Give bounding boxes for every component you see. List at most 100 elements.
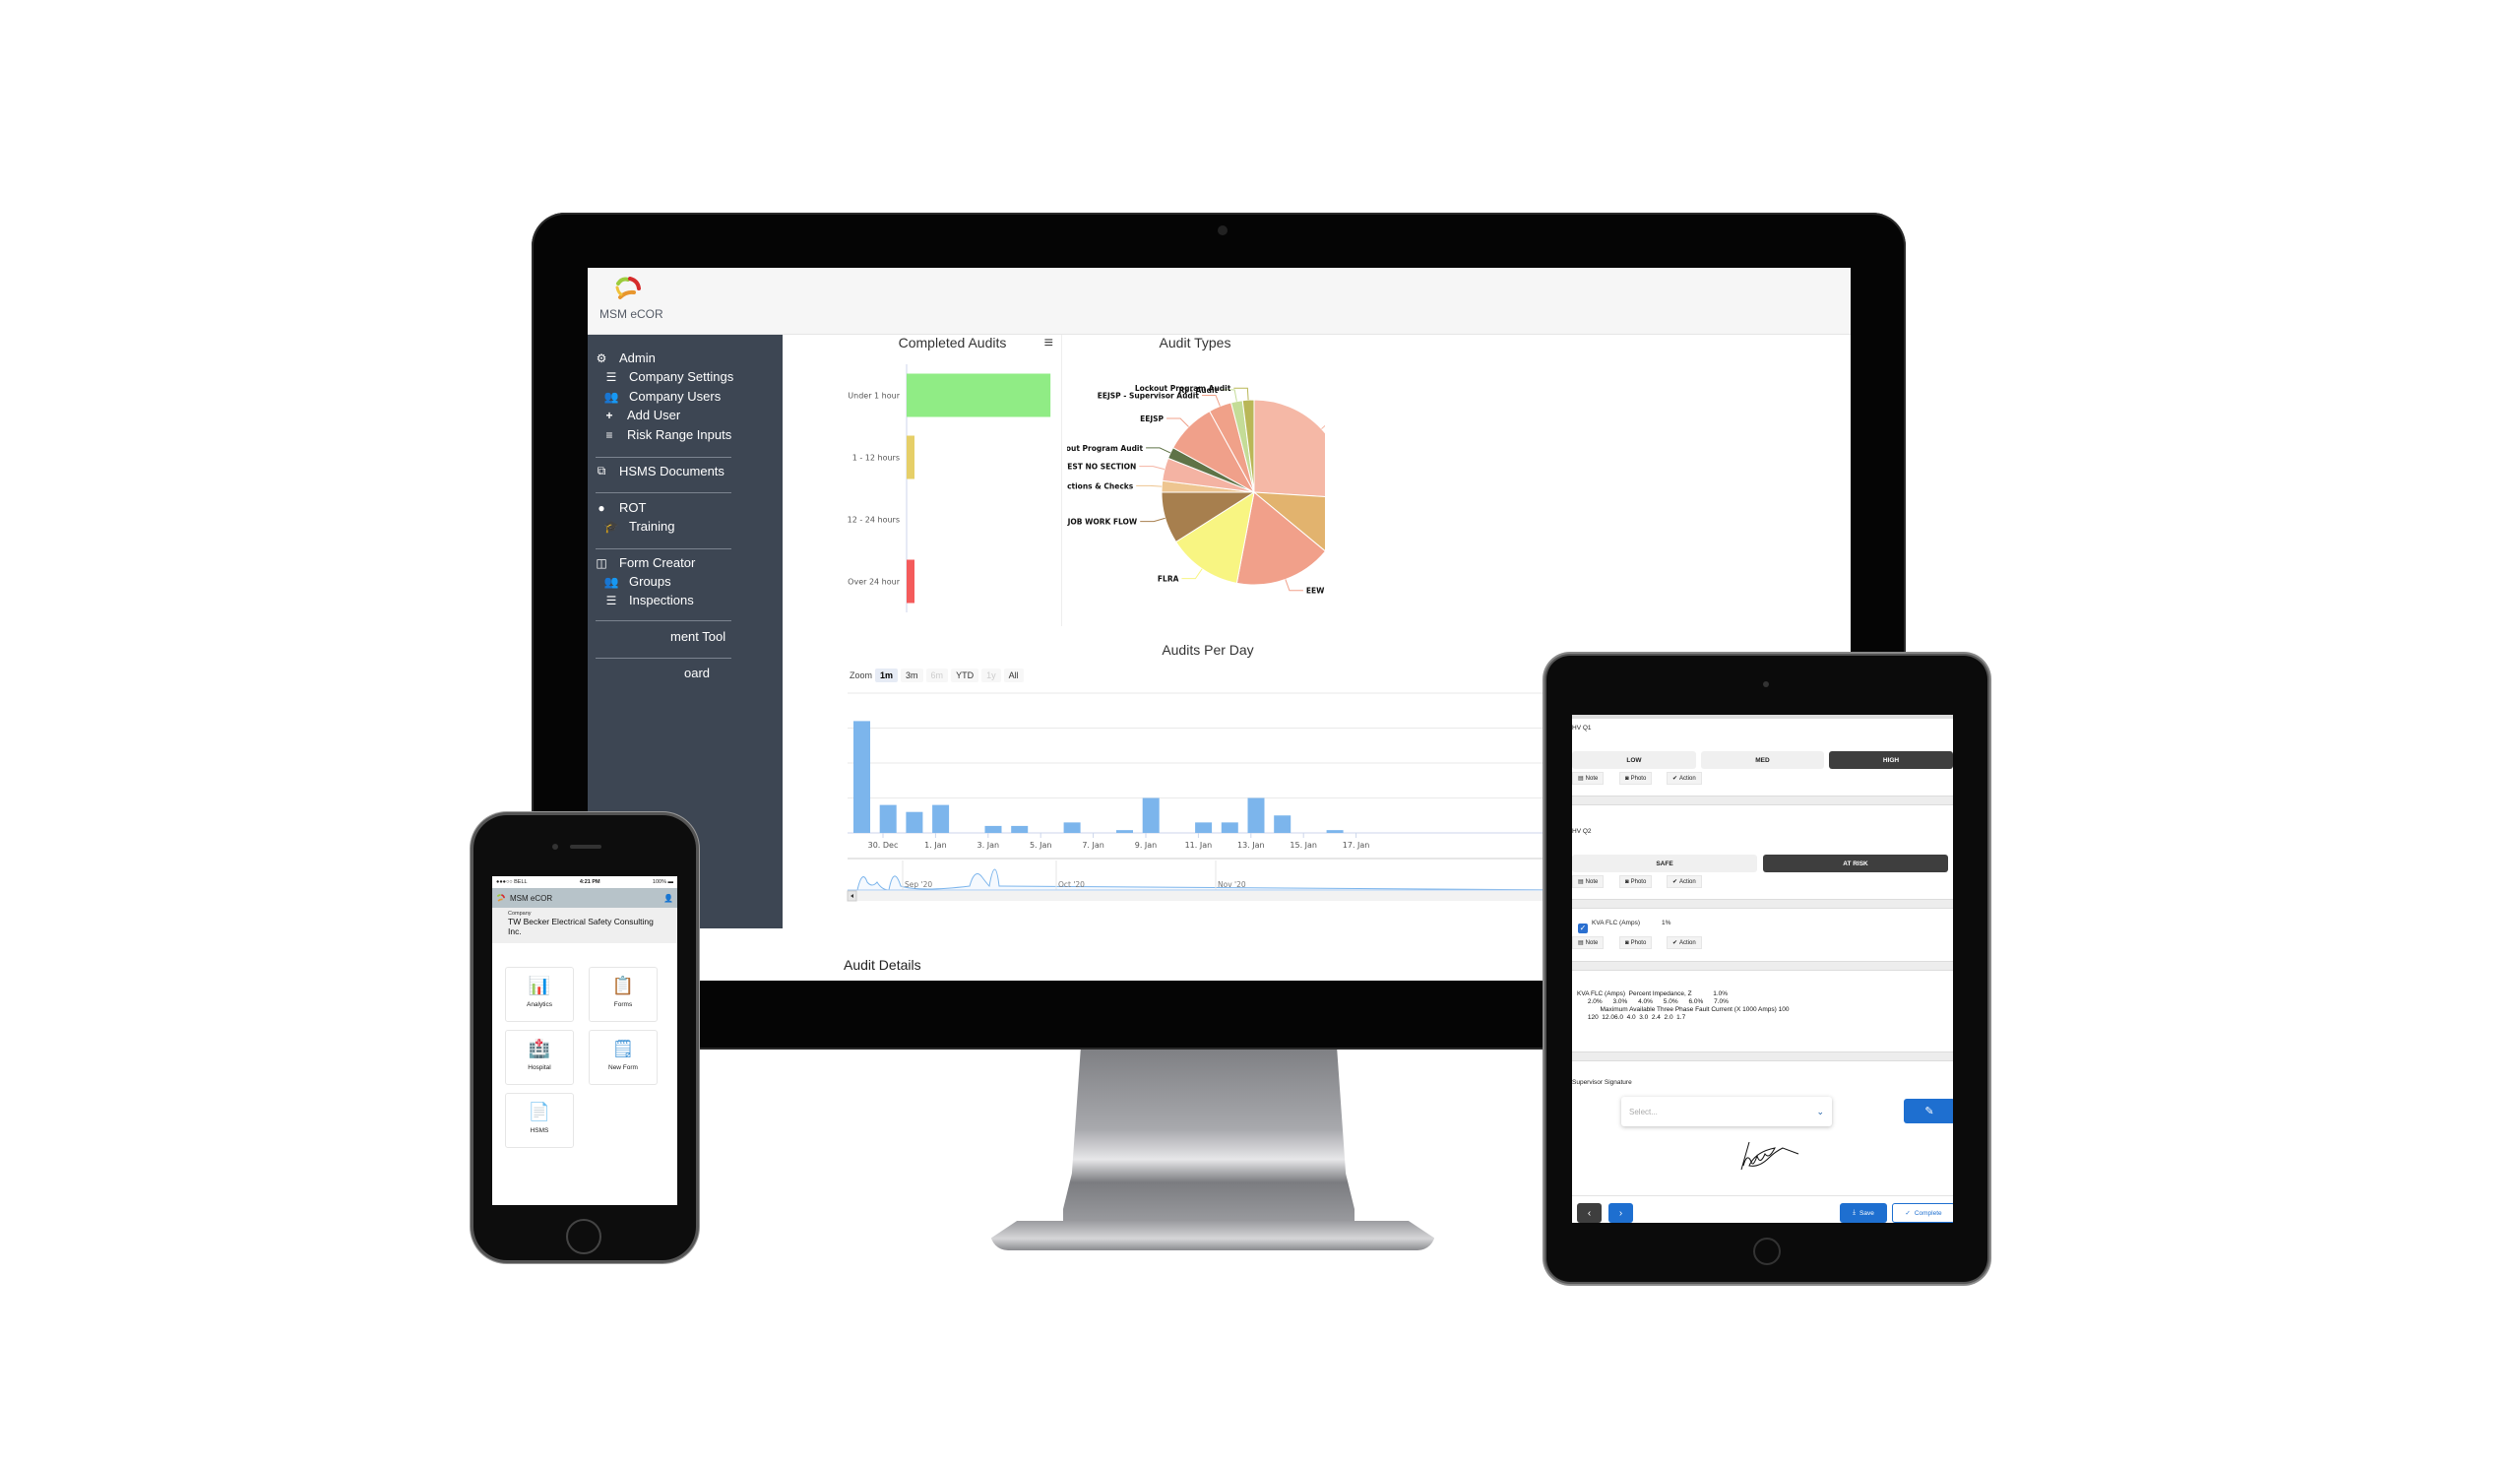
zoom-selector: Zoom 1m 3m 6m YTD 1y All [850, 669, 1024, 682]
bar [932, 804, 950, 833]
user-profile-icon[interactable]: 👤 [663, 894, 673, 903]
navigator-scrollbar[interactable] [848, 891, 1582, 901]
bar [907, 373, 1051, 417]
sidebar-item-label: oard [684, 666, 711, 680]
sidebar-item-inspections[interactable]: ☰ Inspections [603, 593, 694, 607]
signature-label: Supervisor Signature [1572, 1079, 1632, 1086]
complete-button[interactable]: ✓ Complete [1892, 1203, 1953, 1223]
sidebar-item-rot[interactable]: ● ROT [594, 500, 646, 515]
sidebar-item-label: Add User [627, 408, 681, 422]
zoom-3m-button[interactable]: 3m [901, 669, 923, 682]
sidebar-item-label: Company Settings [629, 369, 734, 384]
new-form-icon: 🗒 [611, 1039, 635, 1058]
zoom-label: Zoom [850, 670, 873, 680]
pie-connector [1136, 484, 1163, 487]
sidebar-item-admin[interactable]: ⚙ Admin [594, 350, 656, 365]
sidebar-item-training[interactable]: 🎓 Training [603, 519, 675, 534]
option-med[interactable]: MED [1701, 751, 1824, 769]
phone-home-button[interactable] [566, 1219, 601, 1254]
users-icon: 👥 [603, 389, 619, 404]
completed-audits-chart: Under 1 hour 1 - 12 hours 12 - 24 hours Ove… [848, 364, 1051, 612]
tile-analytics[interactable]: 📊 Analytics [505, 967, 574, 1022]
tablet-device: HV Q1 LOW MED HIGH ▤ Note ◙ Photo ✔ Action … [1546, 656, 1987, 1282]
tile-label: New Form [608, 1064, 638, 1071]
sidebar-item-dashboard[interactable]: oard [684, 666, 710, 680]
option-safe[interactable]: SAFE [1572, 855, 1757, 872]
photo-button[interactable]: ◙ Photo [1619, 936, 1653, 949]
sidebar-item-label: Training [629, 519, 675, 534]
status-time: 4:21 PM [579, 879, 600, 885]
company-card: Company TW Becker Electrical Safety Cons… [492, 908, 677, 943]
pie-label: FLRA [1158, 575, 1179, 584]
x-tick-label: 15. Jan [1290, 841, 1317, 850]
photo-button[interactable]: ◙ Photo [1619, 772, 1653, 785]
sidebar-item-hsms-documents[interactable]: ⧉ HSMS Documents [594, 464, 724, 478]
sidebar-item-company-users[interactable]: 👥 Company Users [603, 389, 722, 404]
next-button[interactable]: › [1608, 1203, 1633, 1223]
tablet-home-button[interactable] [1753, 1238, 1781, 1265]
zoom-ytd-button[interactable]: YTD [951, 669, 979, 682]
action-button[interactable]: ✔ Action [1667, 936, 1702, 949]
zoom-1y-button[interactable]: 1y [981, 669, 1001, 682]
audit-details-heading: Audit Details [844, 957, 921, 973]
previous-button[interactable]: ‹ [1577, 1203, 1602, 1223]
imac-camera [1218, 225, 1228, 235]
app-logo[interactable]: MSM eCOR [599, 276, 663, 327]
sidebar-item-assessment-tool[interactable]: ment Tool [670, 629, 725, 644]
zoom-6m-button[interactable]: 6m [925, 669, 949, 682]
action-button[interactable]: ✔ Action [1667, 772, 1702, 785]
note-label: Note [1585, 878, 1599, 885]
note-button[interactable]: ▤ Note [1572, 936, 1605, 949]
plus-icon: + [605, 408, 613, 422]
action-label: Action [1679, 939, 1696, 946]
chart-menu-icon[interactable]: ≡ [1044, 335, 1053, 352]
msm-logo-icon [496, 893, 506, 902]
chevron-down-icon: ⌄ [1816, 1106, 1824, 1116]
kva-checkbox[interactable]: ✓ [1578, 924, 1588, 933]
phone-camera [552, 844, 558, 850]
note-button[interactable]: ▤ Note [1572, 772, 1605, 785]
sidebar-item-label: Company Users [629, 389, 722, 404]
tile-hsms[interactable]: 📄 HSMS [505, 1093, 574, 1148]
action-button[interactable]: ✔ Action [1667, 875, 1702, 888]
section-separator [1572, 796, 1953, 805]
sidebar-item-groups[interactable]: 👥 Groups [603, 574, 671, 589]
save-button[interactable]: ⤓ Save [1840, 1203, 1887, 1223]
tile-hospital[interactable]: 🏥 Hospital [505, 1030, 574, 1085]
top-edge [1572, 715, 1953, 719]
photo-button[interactable]: ◙ Photo [1619, 875, 1653, 888]
pie-label: EEWP [1306, 587, 1325, 596]
section-separator [1572, 1051, 1953, 1061]
sidebar-item-company-settings[interactable]: ☰ Company Settings [603, 369, 734, 384]
sidebar-item-form-creator[interactable]: ◫ Form Creator [594, 555, 695, 570]
bar [1247, 797, 1265, 833]
bar [879, 804, 897, 833]
option-at-risk[interactable]: AT RISK [1763, 855, 1948, 872]
pie-slice [1253, 399, 1325, 498]
sidebar-item-add-user[interactable]: + Add User [601, 408, 680, 422]
edit-signature-button[interactable]: ✎ [1904, 1099, 1953, 1123]
gears-icon: ⚙ [596, 350, 607, 365]
users-icon: 👥 [603, 574, 619, 589]
zoom-1m-button[interactable]: 1m [875, 669, 899, 682]
signature-select[interactable]: Select... ⌄ [1621, 1097, 1832, 1126]
bar [853, 721, 870, 833]
complete-label: Complete [1914, 1209, 1942, 1217]
navigator-top-border [848, 858, 1582, 860]
option-high[interactable]: HIGH [1829, 751, 1953, 769]
tile-new-form[interactable]: 🗒 New Form [589, 1030, 658, 1085]
sidebar-divider [596, 492, 731, 493]
bar [1195, 822, 1213, 833]
navigator-label: Nov '20 [1218, 880, 1246, 889]
bar [1142, 797, 1160, 833]
pen-icon: ✎ [1924, 1106, 1934, 1117]
note-button[interactable]: ▤ Note [1572, 875, 1605, 888]
sidebar-item-label: Inspections [629, 593, 694, 607]
sidebar-item-risk-range-inputs[interactable]: ≡ Risk Range Inputs [601, 427, 731, 442]
x-tick-label: 17. Jan [1343, 841, 1370, 850]
option-low[interactable]: LOW [1572, 751, 1696, 769]
question-label: HV Q2 [1572, 828, 1592, 835]
zoom-all-button[interactable]: All [1003, 669, 1024, 682]
tile-forms[interactable]: 📋 Forms [589, 967, 658, 1022]
note-icon: ▤ [1578, 776, 1584, 782]
